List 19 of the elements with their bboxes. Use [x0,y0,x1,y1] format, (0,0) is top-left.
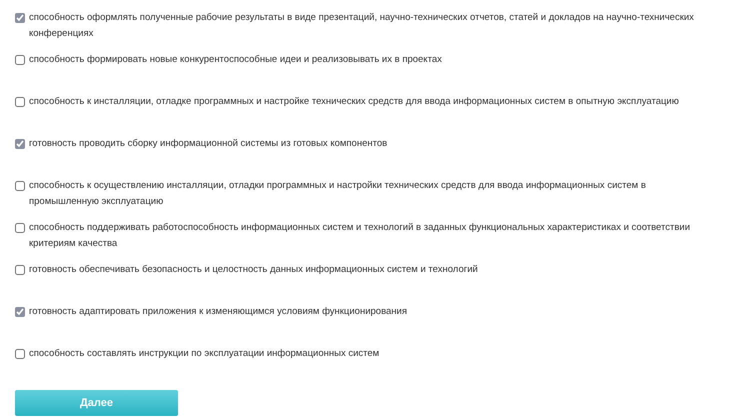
option-label: способность оформлять полученные рабочие результаты в виде презентаций, научно-технических отчетов, статей и докладов на научно-технических конференциях [29,11,695,41]
option-label: готовность проводить сборку информационной системы из готовых компонентов [29,137,388,151]
option-label: способность к осуществлению инсталляции, отладки программных и настройки технических средств для ввода информационных систем в промышленную эксплуатацию [29,179,647,209]
checkbox[interactable] [15,13,25,23]
option-label: способность составлять инструкции по эксплуатации информационных систем [29,347,380,361]
checkbox[interactable] [15,139,25,149]
checkbox[interactable] [15,97,25,107]
option-label: готовность обеспечивать безопасность и целостность данных информационных систем и технологий [29,263,478,277]
checkbox[interactable] [15,181,25,191]
checkbox[interactable] [15,265,25,275]
option-label: способность поддерживать работоспособность информационных систем и технологий в заданных функциональных характеристиках и соответствии критериям качества [29,221,692,251]
next-button[interactable]: Далее [15,390,178,416]
option-label: готовность адаптировать приложения к изменяющимся условиям функционирования [29,305,408,319]
checkbox[interactable] [15,349,25,359]
checkbox[interactable] [15,307,25,317]
option-label: способность к инсталляции, отладке программных и настройке технических средств для ввода информационных систем в опытную эксплуатацию [29,95,679,109]
option-label: способность формировать новые конкурентоспособные идеи и реализовывать их в проектах [29,53,442,67]
checkbox[interactable] [15,223,25,233]
checkbox[interactable] [15,55,25,65]
